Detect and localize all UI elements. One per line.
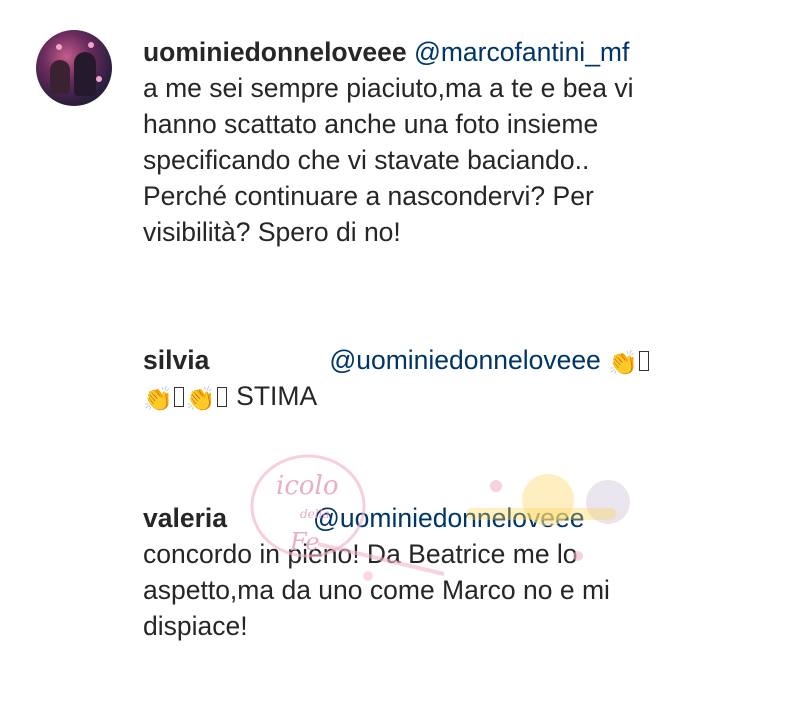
comment-text-line: visibilità? Spero di no! bbox=[143, 217, 401, 247]
avatar-sparkle bbox=[96, 76, 102, 82]
comment-username[interactable]: valeria bbox=[143, 503, 227, 533]
comment-mention[interactable]: @uominiedonneloveee bbox=[329, 345, 600, 375]
watermark-text: icolo bbox=[276, 471, 339, 501]
comment-text-line: hanno scattato anche una foto insieme bbox=[143, 109, 599, 139]
comment: silvia @uominiedonneloveee 👏 👏 👏 STIMA bbox=[143, 342, 783, 414]
comment-text: STIMA bbox=[236, 381, 318, 411]
missing-glyph-icon bbox=[216, 387, 227, 407]
comment-text-line: dispiace! bbox=[143, 611, 248, 641]
comment-text-line: Perché continuare a nascondervi? Per bbox=[143, 181, 594, 211]
comment-text-line: concordo in pieno! Da Beatrice me lo bbox=[143, 539, 578, 569]
avatar-figure bbox=[50, 60, 70, 94]
avatar-figure bbox=[74, 52, 96, 96]
avatar[interactable] bbox=[36, 30, 112, 106]
comment-text-line: aspetto,ma da uno come Marco no e mi bbox=[143, 575, 610, 605]
comment-mention[interactable]: @marcofantini_mf bbox=[414, 37, 629, 67]
avatar-sparkle bbox=[88, 42, 94, 48]
missing-glyph-icon bbox=[639, 351, 650, 371]
comment-text-line: specificando che vi stavate baciando.. bbox=[143, 145, 590, 175]
clapping-hands-icon: 👏 bbox=[143, 386, 173, 413]
avatar-sparkle bbox=[56, 44, 62, 50]
clapping-hands-icon: 👏 bbox=[185, 386, 216, 413]
comment-username[interactable]: uominiedonneloveee bbox=[143, 37, 407, 67]
comment-username[interactable]: silvia bbox=[143, 345, 209, 375]
comment-text-line: a me sei sempre piaciuto,ma a te e bea v… bbox=[143, 73, 634, 103]
missing-glyph-icon bbox=[173, 387, 184, 407]
comment: uominiedonneloveee @marcofantini_mf a me… bbox=[143, 34, 783, 250]
comment-mention[interactable]: @uominiedonneloveee bbox=[313, 503, 584, 533]
clapping-hands-icon: 👏 bbox=[608, 350, 639, 377]
comment: valeria @uominiedonneloveee concordo in p… bbox=[143, 500, 743, 644]
